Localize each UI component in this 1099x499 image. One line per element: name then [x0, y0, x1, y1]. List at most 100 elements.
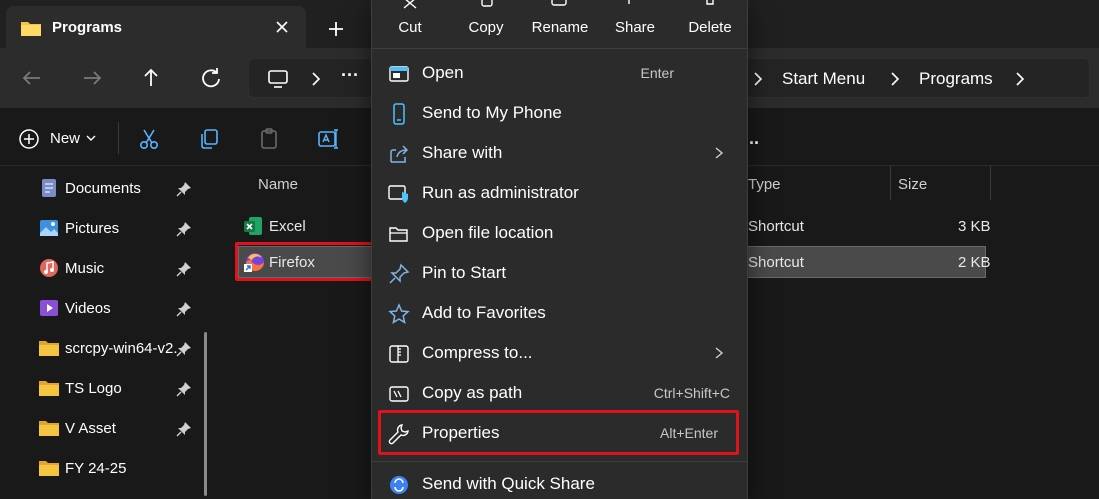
menu-item-share-with[interactable]: Share with — [378, 134, 742, 172]
column-header-size[interactable]: Size — [898, 176, 927, 193]
pin-icon[interactable] — [176, 421, 192, 437]
open-icon — [388, 63, 410, 85]
breadcrumb-overflow[interactable]: ··· — [341, 65, 359, 86]
copy-label: Copy — [468, 19, 504, 36]
file-size: 3 KB — [958, 218, 991, 235]
chevron-right-icon[interactable] — [886, 70, 904, 88]
videos-icon — [38, 298, 60, 318]
copy-icon[interactable] — [197, 127, 221, 151]
cut-icon[interactable] — [137, 127, 161, 151]
menu-item-pin-to-start[interactable]: Pin to Start — [378, 254, 742, 292]
sidebar-item-fy-24-25[interactable]: FY 24-25 — [0, 448, 210, 488]
paste-icon[interactable] — [257, 127, 281, 151]
shield-icon — [388, 183, 410, 205]
delete-button[interactable]: Delete — [672, 0, 748, 48]
column-header-type[interactable]: Type — [748, 176, 781, 193]
pin-icon[interactable] — [176, 221, 192, 237]
copy-button[interactable]: Copy — [448, 0, 524, 48]
rename-icon[interactable] — [316, 127, 340, 151]
sidebar-item-label: V Asset — [65, 420, 116, 437]
new-icon[interactable] — [18, 128, 40, 150]
menu-item-label: Pin to Start — [422, 263, 507, 282]
pictures-icon — [38, 218, 60, 238]
share-label: Share — [614, 19, 656, 36]
pin-icon[interactable] — [176, 381, 192, 397]
menu-item-label: Share with — [422, 143, 503, 162]
menu-item-send-with-quick-share[interactable]: Send with Quick Share — [378, 465, 742, 499]
breadcrumb-programs[interactable]: Programs — [919, 69, 993, 89]
chevron-right-icon[interactable] — [749, 70, 767, 88]
sidebar-item-label: Documents — [65, 180, 141, 197]
navigation-pane: Documents Pictures Music Videos scrcpy-w… — [0, 166, 218, 499]
chevron-right-icon[interactable] — [1011, 70, 1029, 88]
cut-button[interactable]: Cut — [372, 0, 448, 48]
share-button[interactable]: Share — [597, 0, 673, 48]
menu-item-label: Compress to... — [422, 343, 533, 362]
sidebar-item-music[interactable]: Music — [0, 248, 210, 288]
chevron-right-icon[interactable] — [307, 70, 325, 88]
menu-item-add-to-favorites[interactable]: Add to Favorites — [378, 294, 742, 332]
sidebar-scrollbar[interactable] — [204, 332, 207, 496]
menu-item-open-file-location[interactable]: Open file location — [378, 214, 742, 252]
menu-item-label: Open file location — [422, 223, 554, 242]
pin-icon — [388, 263, 410, 285]
documents-icon — [38, 178, 60, 198]
sidebar-item-ts-logo[interactable]: TS Logo — [0, 368, 210, 408]
menu-item-send-to-my-phone[interactable]: Send to My Phone — [378, 94, 742, 132]
computer-icon[interactable] — [267, 69, 289, 89]
pin-icon[interactable] — [176, 261, 192, 277]
chevron-down-icon[interactable] — [86, 134, 96, 142]
tab-programs[interactable]: Programs — [6, 6, 306, 48]
new-tab-icon[interactable] — [324, 17, 348, 41]
sidebar-item-videos[interactable]: Videos — [0, 288, 210, 328]
new-button[interactable]: New — [50, 130, 80, 147]
cut-icon — [400, 0, 420, 10]
menu-item-open[interactable]: Open Enter — [378, 54, 742, 92]
phone-icon — [388, 103, 410, 125]
cut-label: Cut — [398, 19, 422, 36]
star-icon — [388, 303, 410, 325]
sidebar-item-pictures[interactable]: Pictures — [0, 208, 210, 248]
menu-item-run-as-administrator[interactable]: Run as administrator — [378, 174, 742, 212]
chevron-right-icon — [712, 146, 726, 160]
sidebar-item-scrcpy[interactable]: scrcpy-win64-v2. — [0, 328, 210, 368]
rename-icon — [550, 0, 570, 10]
pin-icon[interactable] — [176, 341, 192, 357]
menu-item-label: Run as administrator — [422, 183, 579, 202]
file-type: Shortcut — [748, 218, 804, 235]
quick-share-icon — [388, 474, 410, 496]
up-icon[interactable] — [137, 64, 165, 92]
folder-icon — [38, 418, 60, 438]
highlight-outline-properties — [378, 410, 739, 455]
tab-title: Programs — [52, 19, 123, 36]
menu-item-label: Open — [422, 63, 464, 82]
sidebar-item-v-asset[interactable]: V Asset — [0, 408, 210, 448]
rename-button[interactable]: Rename — [522, 0, 598, 48]
menu-item-copy-as-path[interactable]: Copy as path Ctrl+Shift+C — [378, 374, 742, 412]
copy-path-icon — [388, 383, 410, 405]
back-icon[interactable] — [18, 64, 46, 92]
pin-icon[interactable] — [176, 181, 192, 197]
share-icon — [625, 0, 645, 10]
menu-item-label: Send with Quick Share — [422, 474, 595, 493]
refresh-icon[interactable] — [197, 64, 225, 92]
sidebar-item-label: FY 24-25 — [65, 460, 127, 477]
column-header-name[interactable]: Name — [258, 176, 298, 193]
column-divider[interactable] — [990, 166, 991, 200]
file-name: Excel — [269, 218, 306, 235]
menu-item-shortcut: Ctrl+Shift+C — [653, 385, 730, 401]
pin-icon[interactable] — [176, 301, 192, 317]
sidebar-item-documents[interactable]: Documents — [0, 168, 210, 208]
column-divider[interactable] — [890, 166, 891, 200]
sidebar-item-label: scrcpy-win64-v2. — [65, 340, 178, 357]
close-tab-icon[interactable] — [272, 17, 292, 37]
breadcrumb-start-menu[interactable]: Start Menu — [782, 69, 865, 89]
menu-item-label: Add to Favorites — [422, 303, 546, 322]
folder-icon — [20, 19, 42, 37]
highlight-outline-firefox — [235, 242, 376, 281]
menu-divider — [372, 461, 747, 462]
share-with-icon — [388, 143, 410, 165]
file-size: 2 KB — [958, 254, 991, 271]
menu-item-compress-to[interactable]: Compress to... — [378, 334, 742, 372]
forward-icon[interactable] — [78, 64, 106, 92]
